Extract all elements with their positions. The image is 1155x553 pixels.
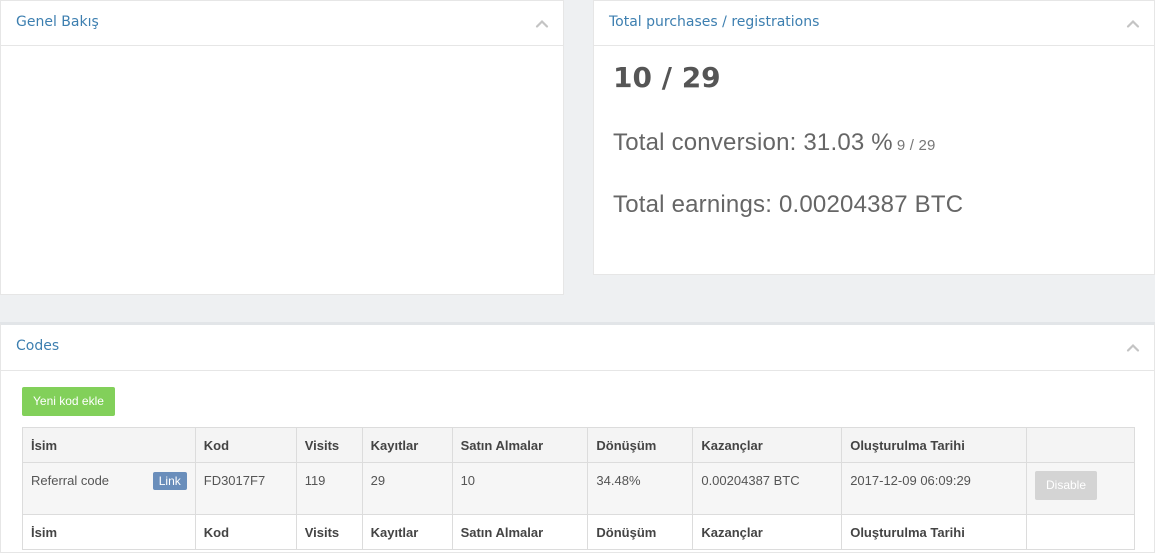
column-footer-visits: Visits <box>295 514 363 550</box>
column-footer-actions <box>1026 514 1135 550</box>
cell-earnings: 0.00204387 BTC <box>692 462 843 515</box>
total-conversion-detail: 9 / 29 <box>896 137 936 154</box>
overview-panel-title: Genel Bakış <box>16 14 99 30</box>
column-footer-registrations: Kayıtlar <box>361 514 453 550</box>
column-header-visits[interactable]: Visits <box>295 427 363 463</box>
codes-panel-header: Codes <box>1 325 1154 371</box>
add-code-button[interactable]: Yeni kod ekle <box>22 387 115 416</box>
codes-panel-title: Codes <box>16 338 60 354</box>
cell-code: FD3017F7 <box>194 462 297 515</box>
total-purchases-panel-header: Total purchases / registrations <box>594 1 1154 46</box>
total-purchases-panel-title: Total purchases / registrations <box>609 14 820 30</box>
codes-panel: Codes Yeni kod ekle İsim Kod Visits Kayı… <box>0 322 1155 553</box>
table-header-row: İsim Kod Visits Kayıtlar Satın Almalar D… <box>22 427 1135 463</box>
chevron-up-icon[interactable] <box>1126 17 1140 31</box>
column-footer-code: Kod <box>194 514 297 550</box>
codes-table: İsim Kod Visits Kayıtlar Satın Almalar D… <box>22 427 1135 550</box>
column-header-code[interactable]: Kod <box>194 427 297 463</box>
total-earnings: Total earnings: 0.00204387 BTC <box>613 191 964 218</box>
column-header-registrations[interactable]: Kayıtlar <box>361 427 453 463</box>
column-header-created[interactable]: Oluşturulma Tarihi <box>841 427 1027 463</box>
cell-purchases: 10 <box>451 462 589 515</box>
cell-visits: 119 <box>295 462 363 515</box>
chevron-up-icon[interactable] <box>535 17 549 31</box>
column-footer-conversion: Dönüşüm <box>587 514 694 550</box>
chevron-up-icon[interactable] <box>1126 341 1140 355</box>
disable-button[interactable]: Disable <box>1035 471 1098 500</box>
cell-created: 2017-12-09 06:09:29 <box>841 462 1027 515</box>
table-footer-row: İsim Kod Visits Kayıtlar Satın Almalar D… <box>22 514 1135 550</box>
code-name: Referral code <box>31 473 110 488</box>
column-header-conversion[interactable]: Dönüşüm <box>587 427 694 463</box>
column-header-earnings[interactable]: Kazançlar <box>692 427 843 463</box>
column-header-name[interactable]: İsim <box>22 427 196 463</box>
column-header-purchases[interactable]: Satın Almalar <box>451 427 589 463</box>
overview-panel: Genel Bakış <box>0 0 564 295</box>
column-footer-purchases: Satın Almalar <box>451 514 589 550</box>
table-row: Referral code Link FD3017F7 119 29 10 34… <box>22 462 1135 515</box>
cell-actions: Disable <box>1026 462 1135 515</box>
column-header-actions <box>1026 427 1135 463</box>
cell-name: Referral code Link <box>22 462 196 515</box>
purchases-registrations-ratio: 10 / 29 <box>613 61 721 94</box>
link-button[interactable]: Link <box>152 472 187 490</box>
cell-conversion: 34.48% <box>587 462 694 515</box>
total-conversion: Total conversion: 31.03 % 9 / 29 <box>613 129 936 157</box>
column-footer-earnings: Kazançlar <box>692 514 843 550</box>
total-purchases-panel: Total purchases / registrations 10 / 29 … <box>593 0 1155 275</box>
total-conversion-label: Total conversion: 31.03 % <box>613 129 893 156</box>
overview-panel-header: Genel Bakış <box>1 1 563 46</box>
column-footer-name: İsim <box>22 514 196 550</box>
cell-registrations: 29 <box>361 462 453 515</box>
column-footer-created: Oluşturulma Tarihi <box>841 514 1027 550</box>
